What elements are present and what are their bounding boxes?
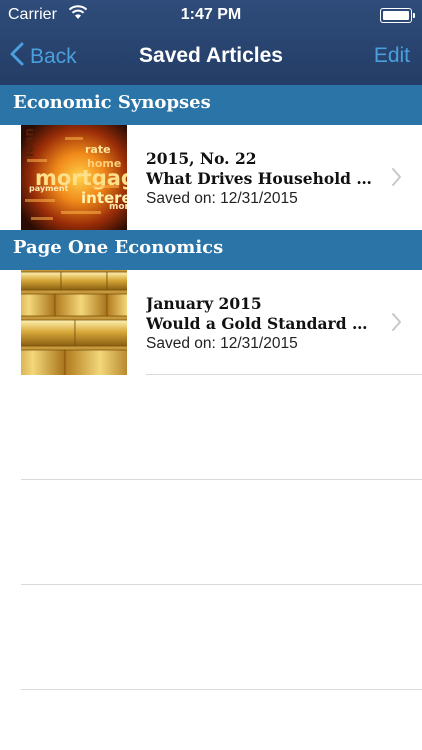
thumb-word: payment [29, 184, 69, 193]
article-thumbnail-gold [21, 270, 127, 375]
article-saved-date: Saved on: 12/31/2015 [146, 335, 298, 352]
section-header-page-one-economics: Page One Economics [0, 230, 422, 270]
article-issue: 2015, No. 22 [146, 149, 257, 168]
navigation-bar: Back Saved Articles Edit [0, 30, 422, 85]
article-issue: January 2015 [146, 294, 262, 313]
row-separator [146, 374, 422, 375]
chevron-right-icon [391, 312, 402, 337]
thumb-word: mon [109, 202, 127, 212]
article-saved-date: Saved on: 12/31/2015 [146, 190, 298, 207]
article-thumbnail-mortgage: loan mortgage rate home interest payment… [21, 125, 127, 230]
row-separator [21, 584, 422, 585]
row-separator [21, 689, 422, 690]
chevron-right-icon [391, 167, 402, 192]
row-separator [21, 479, 422, 480]
article-row[interactable]: January 2015 Would a Gold Standard Work?… [0, 270, 422, 375]
clock: 1:47 PM [180, 6, 242, 23]
thumb-word: loan [22, 128, 36, 157]
thumb-word: rate [85, 143, 111, 156]
page-title: Saved Articles [139, 44, 283, 67]
edit-button[interactable]: Edit [374, 44, 410, 68]
article-row[interactable]: loan mortgage rate home interest payment… [0, 125, 422, 230]
battery-icon [380, 8, 415, 23]
status-bar: Carrier 1:47 PM [0, 0, 422, 30]
thumb-word: home [87, 157, 121, 170]
article-headline: What Drives Household Debt? [146, 169, 381, 188]
top-bar: Carrier 1:47 PM Back Saved Articles Edit [0, 0, 422, 85]
section-header-economic-synopses: Economic Synopses [0, 85, 422, 125]
article-headline: Would a Gold Standard Work? [146, 314, 381, 333]
